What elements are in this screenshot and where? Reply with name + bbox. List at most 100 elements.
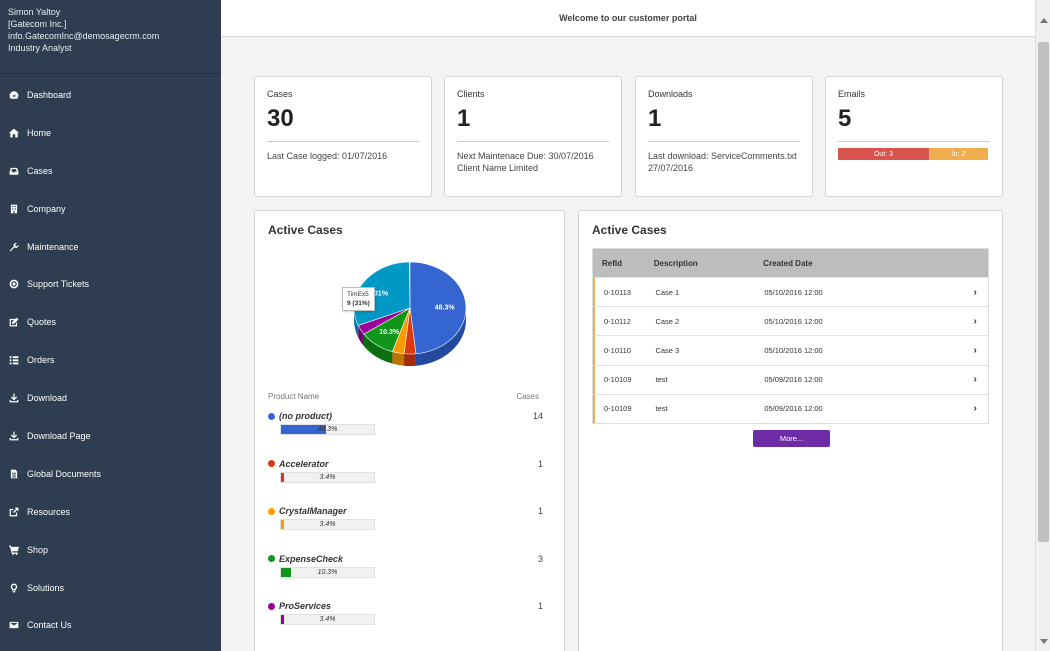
sidebar: Simon Yaltoy [Gatecom Inc.] info.Gatecom… [0, 0, 221, 651]
table-row[interactable]: 0-10113 Case 1 05/10/2016 12:00 › [593, 277, 988, 307]
sidebar-item-label: Support Tickets [27, 279, 90, 290]
sidebar-item-quotes[interactable]: Quotes [0, 303, 221, 341]
envelope-icon [9, 620, 27, 630]
col-created-date[interactable]: Created Date [763, 259, 962, 268]
sidebar-item-label: Company [27, 203, 66, 214]
cell-refid: 0-10113 [604, 287, 631, 297]
scroll-up-icon[interactable] [1040, 18, 1048, 23]
sidebar-item-label: Contact Us [27, 620, 72, 631]
downloads-stat-card[interactable]: Downloads 1 Last download: ServiceCommen… [635, 76, 813, 197]
sidebar-item-label: Resources [27, 506, 71, 517]
cases-table: RefId Description Created Date 0-10113 Ca… [592, 248, 989, 424]
company-icon [9, 204, 27, 214]
cases-pie-chart[interactable]: 48.3% 10.3% 31% [255, 246, 566, 406]
sidebar-item-label: Shop [27, 544, 49, 555]
cases-icon [9, 166, 27, 176]
sidebar-item-cases[interactable]: Cases [0, 152, 221, 190]
product-percent-label: 3.4% [319, 616, 336, 623]
table-header: RefId Description Created Date [593, 249, 988, 277]
sidebar-item-download-page[interactable]: Download Page [0, 417, 221, 455]
sidebar-nav: Dashboard Home Cases Company Maintenance Supp… [0, 74, 221, 644]
chevron-right-icon[interactable]: › [962, 287, 988, 298]
pie-slice-side [404, 353, 416, 366]
clients-name: Client Name Limited [457, 163, 539, 173]
card-divider [267, 141, 419, 142]
sidebar-item-label: Home [27, 127, 52, 138]
sidebar-item-support-tickets[interactable]: Support Tickets [0, 265, 221, 303]
product-row: (no product) 14 48.3% [268, 411, 543, 435]
portal-header: Welcome to our customer portal [221, 0, 1035, 37]
table-row[interactable]: 0-10109 test 05/09/2016 12:00 › [593, 364, 988, 394]
col-description[interactable]: Description [654, 259, 763, 268]
sidebar-item-download[interactable]: Download [0, 379, 221, 417]
chevron-right-icon[interactable]: › [962, 374, 988, 385]
sidebar-item-label: Download [27, 393, 68, 404]
legend-dot [268, 412, 275, 420]
product-row: CrystalManager 1 3.4% [268, 506, 543, 530]
sidebar-item-global-documents[interactable]: Global Documents [0, 455, 221, 493]
chevron-right-icon[interactable]: › [962, 345, 988, 356]
cell-created-date: 05/10/2016 12:00 [764, 287, 823, 297]
card-divider [648, 141, 800, 142]
active-cases-table-panel: Active Cases RefId Description Created D… [578, 210, 1003, 651]
tooltip-value: 9 (31%) [347, 300, 370, 307]
product-percent-bar: 3.4% [280, 614, 375, 625]
cell-description: Case 2 [655, 316, 680, 326]
sidebar-item-contact-us[interactable]: Contact Us [0, 606, 221, 644]
user-company: [Gatecom Inc.] [8, 19, 67, 29]
product-case-count: 3 [537, 553, 543, 564]
table-panel-title: Active Cases [592, 223, 667, 237]
cases-header: Cases [516, 392, 539, 401]
sidebar-item-orders[interactable]: Orders [0, 341, 221, 379]
user-role: Industry Analyst [8, 43, 72, 53]
sidebar-item-label: Global Documents [27, 468, 102, 479]
product-row: ProServices 1 3.4% [268, 601, 543, 625]
scroll-down-icon[interactable] [1040, 639, 1048, 644]
downloads-stat-sub: Last download: ServiceComments.txt 27/07… [648, 150, 800, 174]
product-percent-bar: 10.3% [280, 566, 375, 578]
downloads-stat-value: 1 [648, 105, 662, 132]
sidebar-item-maintenance[interactable]: Maintenance [0, 228, 221, 266]
page-scrollbar[interactable] [1035, 0, 1050, 651]
product-name: (no product) [279, 411, 332, 421]
cell-description: Case 3 [655, 345, 680, 355]
clients-stat-card[interactable]: Clients 1 Next Maintenace Due: 30/07/201… [444, 76, 622, 197]
chart-panel-title: Active Cases [268, 223, 343, 237]
product-percent-label: 48.3% [317, 426, 338, 433]
product-name-header: Product Name [268, 392, 320, 401]
table-row[interactable]: 0-10109 test 05/09/2016 12:00 › [593, 393, 988, 423]
sidebar-item-dashboard[interactable]: Dashboard [0, 76, 221, 114]
sidebar-item-company[interactable]: Company [0, 190, 221, 228]
sidebar-item-label: Solutions [27, 582, 65, 593]
document-icon [9, 469, 27, 479]
emails-stat-card[interactable]: Emails 5 Out: 3 In: 2 [825, 76, 1003, 197]
sidebar-item-resources[interactable]: Resources [0, 493, 221, 531]
table-row[interactable]: 0-10112 Case 2 05/10/2016 12:00 › [593, 306, 988, 336]
col-refid[interactable]: RefId [593, 259, 654, 268]
pie-slice-label: 10.3% [379, 329, 400, 336]
sidebar-item-home[interactable]: Home [0, 114, 221, 152]
sidebar-item-solutions[interactable]: Solutions [0, 569, 221, 607]
clients-maintenance-due: Next Maintenace Due: 30/07/2016 [457, 151, 594, 161]
more-button[interactable]: More... [753, 430, 830, 447]
pie-tooltip: TimEx5 9 (31%) [342, 287, 375, 311]
downloads-stat-label: Downloads [648, 89, 693, 99]
product-name: ExpenseCheck [279, 553, 344, 564]
sidebar-item-shop[interactable]: Shop [0, 531, 221, 569]
product-name: Accelerator [279, 458, 329, 469]
card-divider [838, 141, 990, 142]
support-icon [9, 279, 27, 289]
cases-stat-card[interactable]: Cases 30 Last Case logged: 01/07/2016 [254, 76, 432, 197]
table-row[interactable]: 0-10110 Case 3 05/10/2016 12:00 › [593, 335, 988, 365]
product-percent-bar: 3.4% [280, 519, 375, 530]
emails-stat-label: Emails [838, 89, 866, 99]
user-email: info.GatecomInc@demosagecrm.com [8, 31, 160, 41]
sidebar-item-label: Quotes [27, 317, 57, 328]
sidebar-item-label: Orders [27, 355, 55, 366]
scrollbar-thumb[interactable] [1038, 42, 1049, 542]
legend-dot [268, 460, 275, 467]
sidebar-item-label: Maintenance [27, 241, 79, 252]
chevron-right-icon[interactable]: › [962, 316, 988, 327]
chevron-right-icon[interactable]: › [962, 403, 988, 414]
cases-stat-value: 30 [267, 105, 294, 132]
